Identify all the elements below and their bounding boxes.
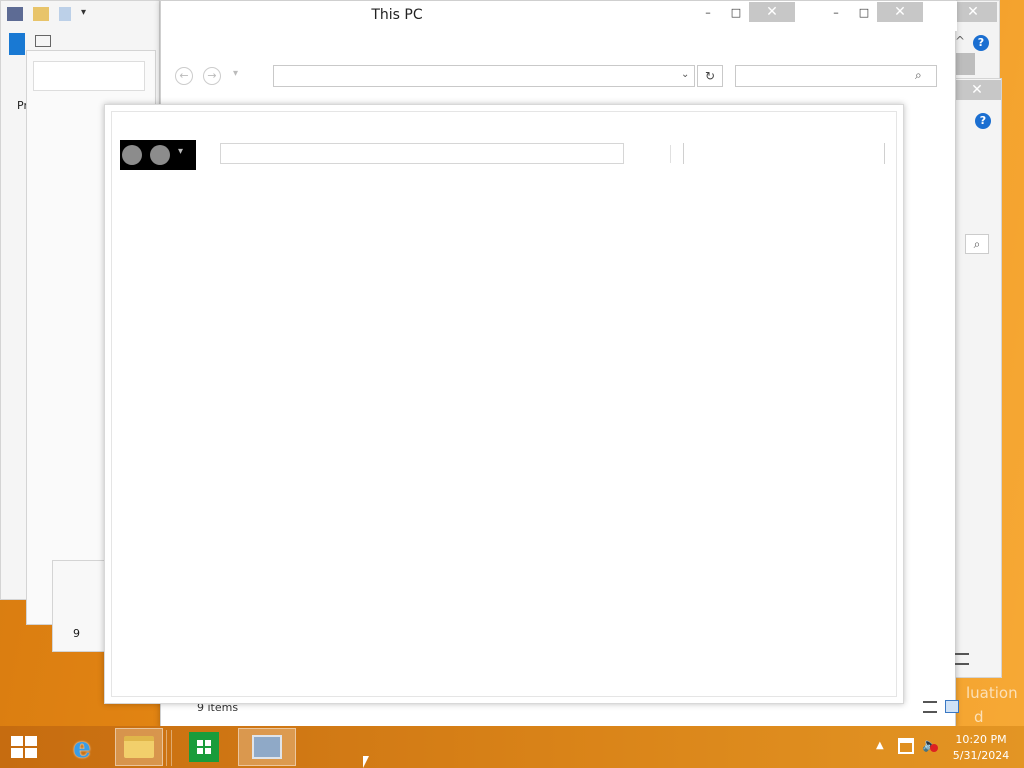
help-icon[interactable]: ? [975,113,991,129]
quick-access-toolbar: ▾ [7,7,86,21]
nav-button-group: ▾ [120,140,196,170]
window-frame-inner [111,111,897,697]
close-button[interactable]: ✕ [749,2,795,22]
maximize-button[interactable]: □ [851,3,877,21]
mouse-cursor [363,756,369,768]
taskbar: e ▲ 🔈 10:20 PM 5/31/2024 [0,726,1024,768]
start-button[interactable] [6,728,42,766]
new-folder-icon[interactable] [33,7,49,21]
rename-icon[interactable] [59,7,71,21]
loading-window[interactable]: ▾ [104,104,904,704]
address-dropdown-icon[interactable]: ⌄ [681,69,689,80]
search-input[interactable] [735,65,937,87]
properties-icon[interactable] [7,7,23,21]
status-fragment: 9 [73,627,80,640]
ribbon-tab-file[interactable] [9,33,25,55]
address-bar[interactable] [273,65,695,87]
network-icon[interactable] [898,738,914,754]
chevron-up-icon[interactable]: ^ [955,34,965,48]
help-icon[interactable]: ? [973,35,989,51]
close-button[interactable]: ✕ [877,2,923,22]
refresh-icon[interactable]: ↻ [697,65,723,87]
forward-button[interactable] [150,145,170,165]
volume-muted-icon[interactable]: 🔈 [922,738,938,754]
minimize-button[interactable]: – [823,3,849,21]
store-icon [189,732,219,762]
taskbar-separator [166,730,172,766]
windows-logo-icon [11,736,37,758]
ribbon-button-icon[interactable] [35,35,51,47]
taskbar-store[interactable] [182,728,226,766]
ie-icon: e [73,730,91,764]
taskbar-file-explorer[interactable] [115,728,163,766]
address-field-fragment [33,61,145,91]
clock[interactable]: 10:20 PM 5/31/2024 [946,732,1016,764]
details-view-icon[interactable] [955,653,969,665]
details-view-icon[interactable] [923,701,937,713]
nav-stub [955,53,975,75]
address-bar-placeholder[interactable] [220,143,624,164]
background-window-right-2[interactable]: ✕ ? ⌕ [952,78,1002,678]
taskbar-system-tool[interactable] [238,728,296,766]
search-icon[interactable]: ⌕ [965,234,989,254]
show-hidden-icons-chevron-icon[interactable]: ▲ [876,740,884,751]
divider [670,145,671,163]
close-button[interactable]: ✕ [953,80,1001,100]
minimize-button[interactable]: – [695,3,721,21]
clock-date: 5/31/2024 [952,749,1010,762]
chevron-down-icon[interactable]: ▾ [81,7,86,21]
taskbar-internet-explorer[interactable]: e [60,728,104,766]
recent-locations-chevron-icon[interactable]: ▾ [233,68,238,79]
clock-time: 10:20 PM [955,733,1007,746]
maximize-button[interactable]: □ [723,3,749,21]
back-button[interactable] [122,145,142,165]
chevron-down-icon[interactable]: ▾ [178,146,183,157]
back-arrow-icon[interactable]: ← [175,67,193,85]
window-title: This PC [371,7,423,23]
monitor-chart-icon [252,735,282,759]
large-icons-view-icon[interactable] [945,700,959,713]
search-icon[interactable]: ⌕ [915,68,922,83]
folder-icon [124,736,154,758]
watermark-line1: luation [966,684,1018,702]
search-box-placeholder[interactable] [683,143,885,164]
forward-arrow-icon[interactable]: → [203,67,221,85]
